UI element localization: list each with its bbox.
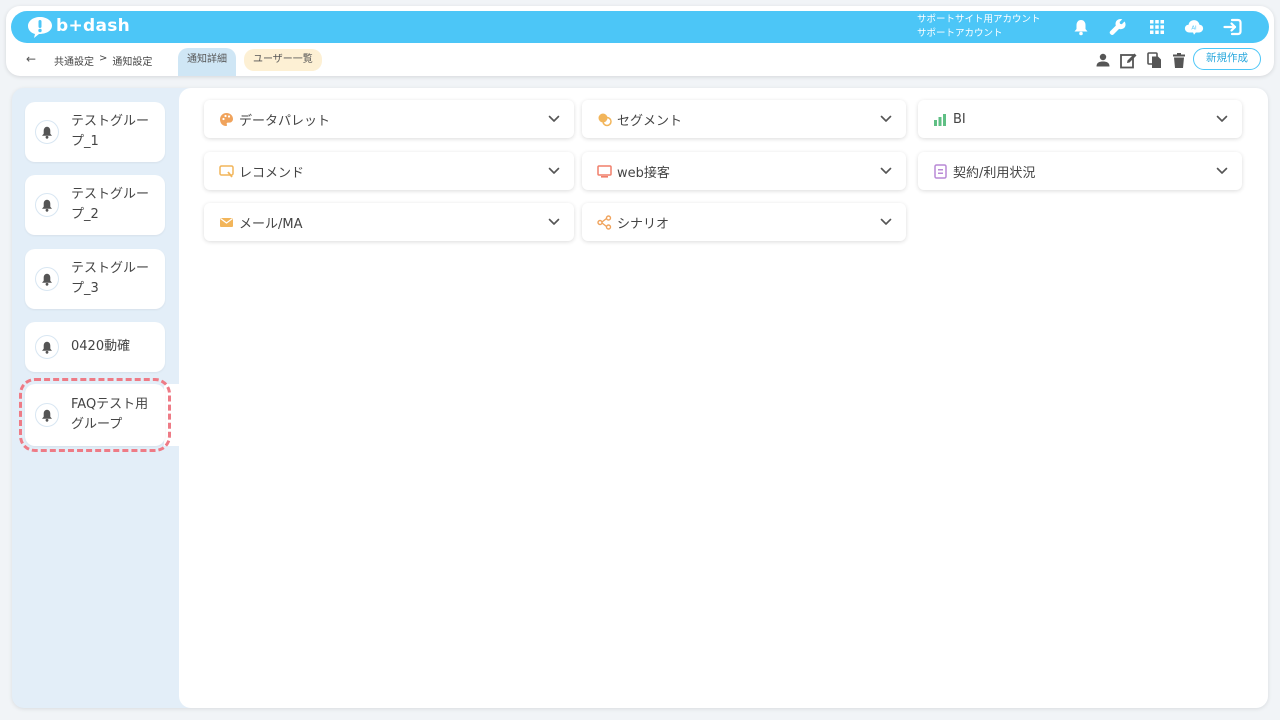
chevron-down-icon[interactable] <box>876 109 896 129</box>
wrench-icon[interactable] <box>1108 17 1128 37</box>
chevron-down-icon[interactable] <box>876 161 896 181</box>
group-label: テストグループ_3 <box>71 261 150 296</box>
cloud-icon[interactable]: AI <box>1184 17 1204 37</box>
logo-icon <box>28 17 52 38</box>
tab-user-list[interactable]: ユーザー一覧 <box>244 49 322 71</box>
edit-icon[interactable] <box>1118 50 1138 70</box>
recommend-icon <box>218 163 234 179</box>
category-label: 契約/利用状況 <box>953 165 1036 181</box>
group-label: テストグループ_1 <box>71 114 150 149</box>
top-bar: b+dash サポートサイト用アカウント サポートアカウント AI <box>11 11 1269 43</box>
header: b+dash サポートサイト用アカウント サポートアカウント AI ← 共通設定… <box>6 6 1274 76</box>
category-label: web接客 <box>617 165 670 181</box>
chevron-down-icon[interactable] <box>1212 109 1232 129</box>
breadcrumb-notification-settings: 通知設定 <box>112 57 153 68</box>
group-item[interactable]: 0420動確 <box>25 322 165 372</box>
copy-icon[interactable] <box>1144 50 1164 70</box>
category-label: シナリオ <box>617 216 670 232</box>
chevron-down-icon[interactable] <box>544 212 564 232</box>
group-label: FAQテスト用グループ <box>71 397 149 432</box>
category-label: データパレット <box>239 113 331 129</box>
bell-icon <box>35 120 59 144</box>
chevron-down-icon[interactable] <box>1212 161 1232 181</box>
category-label: セグメント <box>617 113 683 129</box>
breadcrumb-separator: > <box>99 53 108 64</box>
category-dropdown[interactable]: メール/MA <box>204 203 574 241</box>
category-label: メール/MA <box>239 216 303 232</box>
svg-text:AI: AI <box>1191 25 1197 31</box>
mail-icon <box>218 214 234 230</box>
grid-icon[interactable] <box>1147 17 1167 37</box>
bell-icon <box>35 403 59 427</box>
logo[interactable]: b+dash <box>27 15 130 39</box>
tab-notification-detail[interactable]: 通知詳細 <box>178 48 236 76</box>
segment-icon <box>596 111 612 127</box>
category-label: BI <box>953 111 966 127</box>
bell-icon <box>35 193 59 217</box>
group-item[interactable]: テストグループ_1 <box>25 102 165 162</box>
account-line1: サポートサイト用アカウント <box>917 14 1041 25</box>
contract-icon <box>932 163 948 179</box>
category-dropdown[interactable]: 契約/利用状況 <box>918 152 1242 190</box>
group-label: テストグループ_2 <box>71 187 150 222</box>
category-dropdown[interactable]: シナリオ <box>582 203 906 241</box>
chevron-down-icon[interactable] <box>876 212 896 232</box>
breadcrumb: 共通設定 > 通知設定 <box>54 53 152 68</box>
group-item[interactable]: テストグループ_2 <box>25 175 165 235</box>
category-dropdown[interactable]: レコメンド <box>204 152 574 190</box>
web-icon <box>596 163 612 179</box>
trash-icon[interactable] <box>1169 50 1189 70</box>
bell-icon[interactable] <box>1071 17 1091 37</box>
bell-icon <box>35 267 59 291</box>
chevron-down-icon[interactable] <box>544 161 564 181</box>
back-arrow-icon[interactable]: ← <box>26 52 36 66</box>
category-dropdown[interactable]: データパレット <box>204 100 574 138</box>
group-item[interactable]: FAQテスト用グループ <box>19 378 171 452</box>
scenario-icon <box>596 214 612 230</box>
chevron-down-icon[interactable] <box>544 109 564 129</box>
account-line2: サポートアカウント <box>917 28 1003 39</box>
category-dropdown[interactable]: BI <box>918 100 1242 138</box>
category-label: レコメンド <box>239 165 305 181</box>
palette-icon <box>218 111 234 127</box>
bi-chart-icon <box>932 111 948 127</box>
logout-icon[interactable] <box>1223 17 1243 37</box>
new-create-button[interactable]: 新規作成 <box>1193 48 1261 70</box>
logo-text: b+dash <box>56 16 131 36</box>
group-item[interactable]: テストグループ_3 <box>25 249 165 309</box>
breadcrumb-common-settings[interactable]: 共通設定 <box>54 53 94 68</box>
category-dropdown[interactable]: セグメント <box>582 100 906 138</box>
account-info[interactable]: サポートサイト用アカウント サポートアカウント <box>917 13 1057 41</box>
selected-tab-bridge <box>164 384 184 446</box>
main-panel: テストグループ_1 テストグループ_2 テストグループ_3 0420動確 FAQテスト用… <box>12 88 1268 708</box>
bell-icon <box>35 335 59 359</box>
group-label: 0420動確 <box>71 339 131 354</box>
category-dropdown[interactable]: web接客 <box>582 152 906 190</box>
user-icon[interactable] <box>1093 50 1113 70</box>
